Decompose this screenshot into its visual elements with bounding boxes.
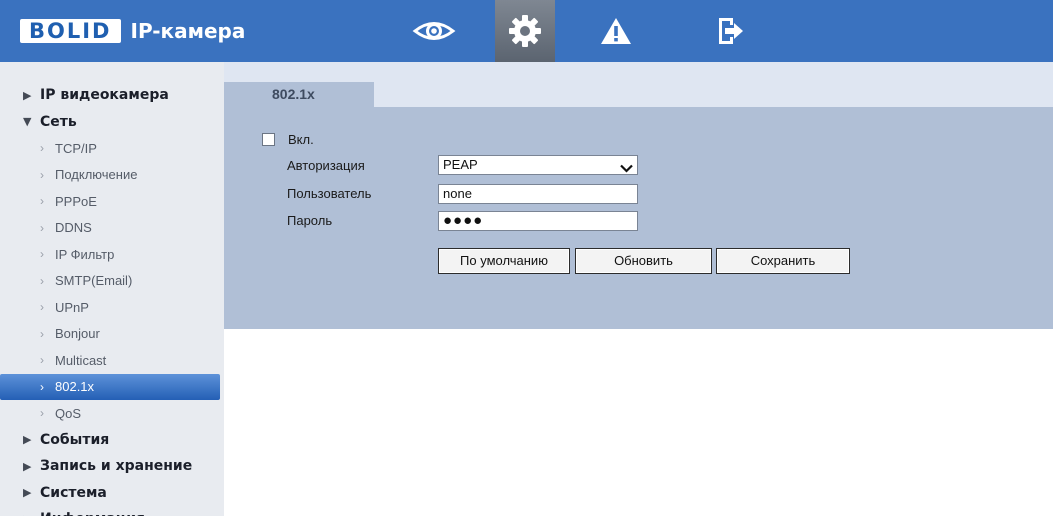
password-input[interactable]: ●●●●	[438, 211, 638, 231]
default-button[interactable]: По умолчанию	[438, 248, 570, 274]
sidebar-item-label: IP видеокамера	[40, 87, 169, 104]
warning-icon	[599, 16, 633, 46]
chevron-right-icon: ›	[40, 406, 44, 421]
sidebar-item-система[interactable]: ▶ Система	[0, 480, 224, 507]
chevron-right-icon: ›	[40, 273, 44, 288]
settings-panel: Вкл. Авторизация PEAP Пользователь none …	[224, 107, 1053, 329]
user-input[interactable]: none	[438, 184, 638, 204]
sidebar-nav: ▶ IP видеокамера ▼ Сеть › TCP/IP › Подключение ›…	[0, 62, 224, 516]
logo-brand: BOLID	[20, 19, 121, 43]
user-value: none	[443, 186, 472, 201]
triangle-right-icon: ▶	[23, 88, 32, 102]
tab-bar: 802.1x	[224, 62, 1053, 107]
sidebar-item-label: Bonjour	[55, 326, 100, 342]
sidebar-item-label: Запись и хранение	[40, 458, 193, 475]
password-mask: ●●●●	[443, 212, 484, 229]
sidebar-item-label: IP Фильтр	[55, 246, 115, 262]
sidebar-item-ip-фильтр[interactable]: › IP Фильтр	[0, 241, 220, 268]
nav-logout-button[interactable]	[700, 0, 760, 62]
sidebar-item-802-1x[interactable]: › 802.1x	[0, 373, 220, 400]
nav-alarm-button[interactable]	[586, 0, 646, 62]
sidebar-item-информация[interactable]: ▶Информация	[0, 506, 224, 516]
sidebar-item-label: Система	[40, 484, 107, 501]
sidebar-item-label: Информация	[40, 511, 145, 516]
sidebar-item-label: Multicast	[55, 352, 107, 368]
sidebar-item-smtp-email[interactable]: › SMTP(Email)	[0, 268, 220, 295]
sidebar-item-ddns[interactable]: › DDNS	[0, 215, 220, 242]
triangle-down-icon: ▼	[23, 115, 32, 129]
sidebar-item-ip-видеокамера[interactable]: ▶ IP видеокамера	[0, 82, 224, 109]
sidebar-item-label: Сеть	[40, 113, 77, 130]
sidebar-item-multicast[interactable]: › Multicast	[0, 347, 220, 374]
enable-row: Вкл.	[262, 132, 314, 147]
chevron-right-icon: ›	[40, 167, 44, 182]
sidebar-item-label: DDNS	[55, 220, 92, 236]
sidebar-item-события[interactable]: ▶ События	[0, 427, 224, 454]
password-label: Пароль	[287, 213, 333, 228]
sidebar-item-tcp-ip[interactable]: › TCP/IP	[0, 135, 220, 162]
logo: BOLID IP-камера	[20, 19, 245, 43]
enable-checkbox[interactable]	[262, 133, 275, 146]
tab-802-1x[interactable]: 802.1x	[224, 82, 374, 107]
sidebar-item-label: 802.1x	[55, 379, 95, 395]
chevron-right-icon: ›	[40, 326, 44, 341]
chevron-right-icon: ›	[40, 353, 44, 368]
sidebar-item-upnp[interactable]: › UPnP	[0, 294, 220, 321]
refresh-button[interactable]: Обновить	[575, 248, 712, 274]
sidebar-item-сеть[interactable]: ▼ Сеть	[0, 109, 224, 136]
auth-value: PEAP	[443, 157, 478, 172]
enable-label: Вкл.	[288, 132, 314, 147]
nav-live-view-button[interactable]	[404, 0, 464, 62]
triangle-right-icon: ▶	[23, 486, 32, 500]
sidebar-item-label: TCP/IP	[55, 140, 97, 156]
sidebar-item-label: PPPoE	[55, 193, 97, 209]
eye-icon	[412, 19, 456, 43]
exit-icon	[715, 16, 745, 46]
sidebar-item-label: UPnP	[55, 299, 89, 315]
sidebar-item-pppoe[interactable]: › PPPoE	[0, 188, 220, 215]
save-button[interactable]: Сохранить	[716, 248, 850, 274]
logo-product: IP-камера	[130, 19, 246, 43]
sidebar-item-label: QoS	[55, 405, 82, 421]
sidebar-item-label: SMTP(Email)	[55, 273, 133, 289]
sidebar-item-qos[interactable]: › QoS	[0, 400, 220, 427]
sidebar-item-label: Подключение	[55, 167, 138, 183]
gear-icon	[508, 14, 542, 48]
chevron-right-icon: ›	[40, 379, 44, 394]
auth-label: Авторизация	[287, 158, 365, 173]
sidebar-item-подключение[interactable]: › Подключение	[0, 162, 220, 189]
chevron-right-icon: ›	[40, 194, 44, 209]
user-label: Пользователь	[287, 186, 372, 201]
top-header: BOLID IP-камера	[0, 0, 1053, 62]
chevron-right-icon: ›	[40, 141, 44, 156]
sidebar-item-label: События	[40, 431, 110, 448]
triangle-right-icon: ▶	[23, 433, 32, 447]
auth-select[interactable]: PEAP	[438, 155, 638, 175]
chevron-right-icon: ›	[40, 220, 44, 235]
nav-settings-button[interactable]	[495, 0, 555, 62]
chevron-right-icon: ›	[40, 247, 44, 262]
sidebar-item-запись-и-хранение[interactable]: ▶ Запись и хранение	[0, 453, 224, 480]
chevron-right-icon: ›	[40, 300, 44, 315]
triangle-right-icon: ▶	[23, 459, 32, 473]
sidebar-item-bonjour[interactable]: › Bonjour	[0, 321, 220, 348]
chevron-down-icon	[620, 160, 633, 178]
